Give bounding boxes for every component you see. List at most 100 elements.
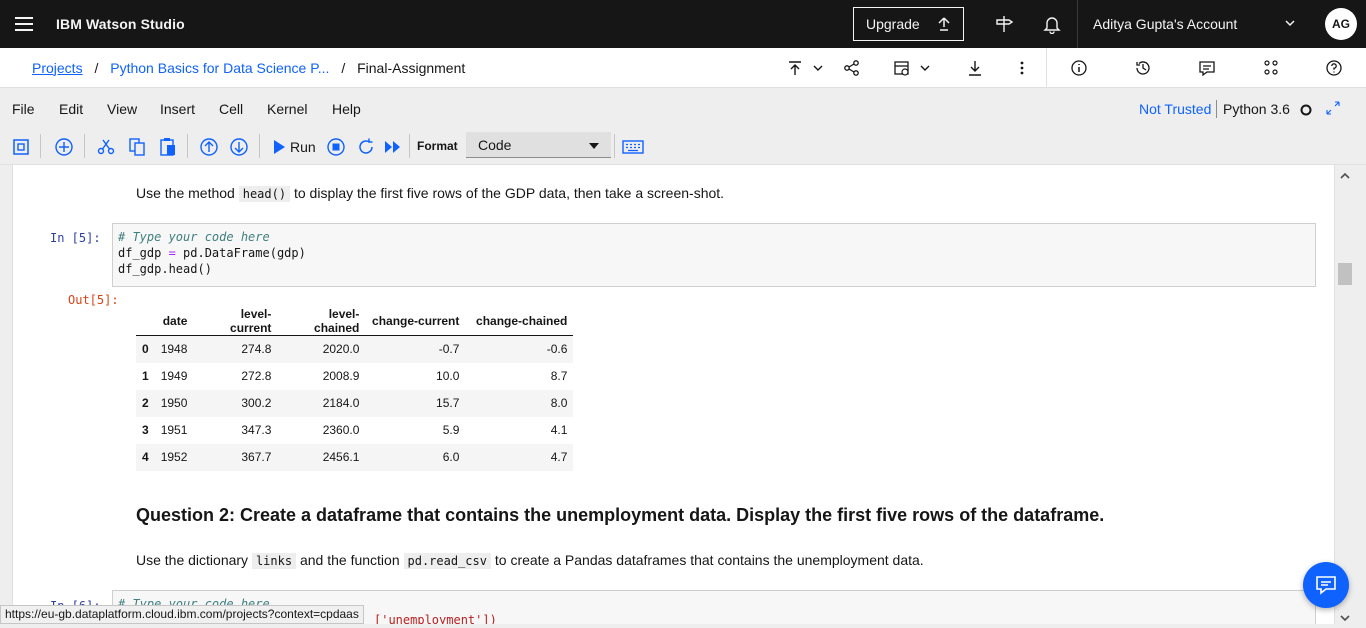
cell-type-select[interactable]: Code bbox=[466, 132, 611, 158]
table-cell: 1951 bbox=[160, 423, 188, 437]
table-row: 0 1948 274.8 2020.0 -0.7 -0.6 bbox=[136, 335, 574, 363]
brand-name[interactable]: IBM Watson Studio bbox=[56, 16, 185, 32]
table-row: 2 1950 300.2 2184.0 15.7 8.0 bbox=[136, 389, 574, 417]
info-icon[interactable] bbox=[1067, 56, 1091, 80]
copy-icon[interactable] bbox=[126, 136, 148, 158]
restart-run-all-icon[interactable] bbox=[382, 136, 404, 158]
chevron-down-icon[interactable] bbox=[913, 56, 937, 80]
table-cell: 6.0 bbox=[365, 443, 466, 471]
publish-icon[interactable] bbox=[783, 56, 807, 80]
cut-icon[interactable] bbox=[95, 136, 117, 158]
chevron-down-icon[interactable] bbox=[806, 56, 830, 80]
menu-cell[interactable]: Cell bbox=[219, 101, 243, 117]
move-up-icon[interactable] bbox=[198, 136, 220, 158]
table-cell: 1952 bbox=[154, 443, 194, 471]
inline-code: pd.read_csv bbox=[403, 553, 491, 569]
paste-icon[interactable] bbox=[157, 136, 179, 158]
menu-icon[interactable] bbox=[0, 0, 48, 48]
table-cell: 1949 bbox=[160, 369, 188, 383]
menu-insert[interactable]: Insert bbox=[160, 101, 195, 117]
table-cell: 5.9 bbox=[442, 423, 460, 437]
toolbar-separator bbox=[40, 134, 41, 158]
version-history-icon[interactable] bbox=[1131, 56, 1155, 80]
code-cell-editor[interactable]: # Type your code here df_gdp = pd.DataFr… bbox=[112, 223, 1316, 287]
inline-code: head() bbox=[238, 186, 291, 202]
notebook-trust-status[interactable]: Not Trusted bbox=[1139, 101, 1211, 117]
markdown-cell-instruction[interactable]: Use the dictionary links and the functio… bbox=[136, 552, 924, 569]
menu-file[interactable]: File bbox=[12, 101, 35, 117]
breadcrumb: Projects / Python Basics for Data Scienc… bbox=[32, 60, 465, 76]
download-icon[interactable] bbox=[963, 56, 987, 80]
scroll-up-icon[interactable] bbox=[1339, 168, 1351, 186]
menu-help[interactable]: Help bbox=[332, 101, 361, 117]
table-cell: 15.7 bbox=[365, 389, 466, 417]
table-header: change-chained bbox=[465, 307, 574, 336]
breadcrumb-project-link[interactable]: Python Basics for Data Science P... bbox=[110, 60, 329, 76]
table-cell: 1 bbox=[142, 369, 149, 383]
table-cell: -0.6 bbox=[465, 335, 574, 363]
toolbar-separator bbox=[84, 134, 85, 158]
markdown-text: to display the first five rows of the GD… bbox=[290, 185, 725, 201]
run-button[interactable]: Run bbox=[290, 139, 316, 155]
avatar[interactable]: AG bbox=[1325, 8, 1357, 40]
signpost-icon[interactable] bbox=[992, 12, 1016, 36]
code-text: pd.DataFrame(gdp) bbox=[175, 246, 306, 260]
notebook-scrollbar[interactable] bbox=[1336, 165, 1354, 624]
arrow-up-icon bbox=[937, 16, 951, 35]
code-string: ['unemployment']) bbox=[374, 613, 497, 624]
kernel-divider bbox=[1216, 100, 1217, 118]
markdown-cell-instruction[interactable]: Use the method head() to display the fir… bbox=[136, 185, 725, 202]
chevron-down-icon bbox=[1283, 16, 1297, 33]
account-name: Aditya Gupta's Account bbox=[1093, 16, 1238, 32]
insert-cell-icon[interactable] bbox=[53, 136, 75, 158]
toolbar-divider bbox=[1046, 48, 1047, 88]
comments-icon[interactable] bbox=[1195, 56, 1219, 80]
menu-edit[interactable]: Edit bbox=[59, 101, 83, 117]
input-prompt: In [5]: bbox=[50, 231, 101, 245]
notification-bell-icon[interactable] bbox=[1040, 12, 1064, 36]
code-line: df_gdp.head() bbox=[118, 262, 212, 276]
run-icon[interactable] bbox=[268, 136, 290, 158]
table-cell: 2020.0 bbox=[277, 335, 366, 363]
find-data-icon[interactable] bbox=[1259, 56, 1283, 80]
dataframe-output-table: date level-current level-chained change-… bbox=[136, 307, 574, 471]
upgrade-button[interactable]: Upgrade bbox=[853, 7, 964, 41]
help-icon[interactable] bbox=[1322, 56, 1346, 80]
interrupt-kernel-icon[interactable] bbox=[325, 136, 347, 158]
overflow-menu-icon[interactable] bbox=[1010, 56, 1034, 80]
code-line: df_gdp = pd.DataFrame(gdp) bbox=[118, 245, 1310, 261]
table-cell: 2456.1 bbox=[277, 443, 366, 471]
menu-kernel[interactable]: Kernel bbox=[267, 101, 307, 117]
scrollbar-thumb[interactable] bbox=[1338, 263, 1352, 285]
table-cell: 347.3 bbox=[241, 423, 272, 437]
question-heading[interactable]: Question 2: Create a dataframe that cont… bbox=[136, 505, 1104, 526]
code-operator: = bbox=[168, 246, 176, 260]
move-down-icon[interactable] bbox=[228, 136, 250, 158]
share-icon[interactable] bbox=[840, 56, 864, 80]
browser-status-url: https://eu-gb.dataplatform.cloud.ibm.com… bbox=[0, 605, 364, 624]
table-cell: 4.1 bbox=[550, 423, 568, 437]
inline-code: links bbox=[251, 553, 297, 569]
breadcrumb-projects-link[interactable]: Projects bbox=[32, 60, 83, 76]
toolbar-separator bbox=[409, 134, 410, 158]
save-icon[interactable] bbox=[10, 136, 32, 158]
markdown-text: Use the dictionary bbox=[136, 552, 252, 568]
markdown-text: and the function bbox=[296, 552, 404, 568]
expand-icon[interactable] bbox=[1325, 100, 1341, 121]
menu-view[interactable]: View bbox=[107, 101, 137, 117]
keyboard-icon[interactable] bbox=[622, 136, 644, 158]
account-switcher[interactable]: Aditya Gupta's Account bbox=[1077, 0, 1311, 48]
scroll-down-icon[interactable] bbox=[1339, 610, 1351, 628]
schedule-job-icon[interactable] bbox=[890, 56, 914, 80]
table-cell: 367.7 bbox=[193, 443, 278, 471]
table-header: level-current bbox=[193, 307, 278, 336]
breadcrumb-separator: / bbox=[94, 59, 99, 76]
code-text: df_gdp bbox=[118, 246, 169, 260]
chat-support-button[interactable] bbox=[1303, 562, 1349, 608]
toolbar-separator bbox=[614, 134, 615, 158]
restart-kernel-icon[interactable] bbox=[355, 136, 377, 158]
code-comment: # Type your code here bbox=[118, 230, 270, 244]
toolbar-separator bbox=[187, 134, 188, 158]
table-cell: 8.0 bbox=[465, 389, 574, 417]
breadcrumb-separator: / bbox=[341, 59, 346, 76]
